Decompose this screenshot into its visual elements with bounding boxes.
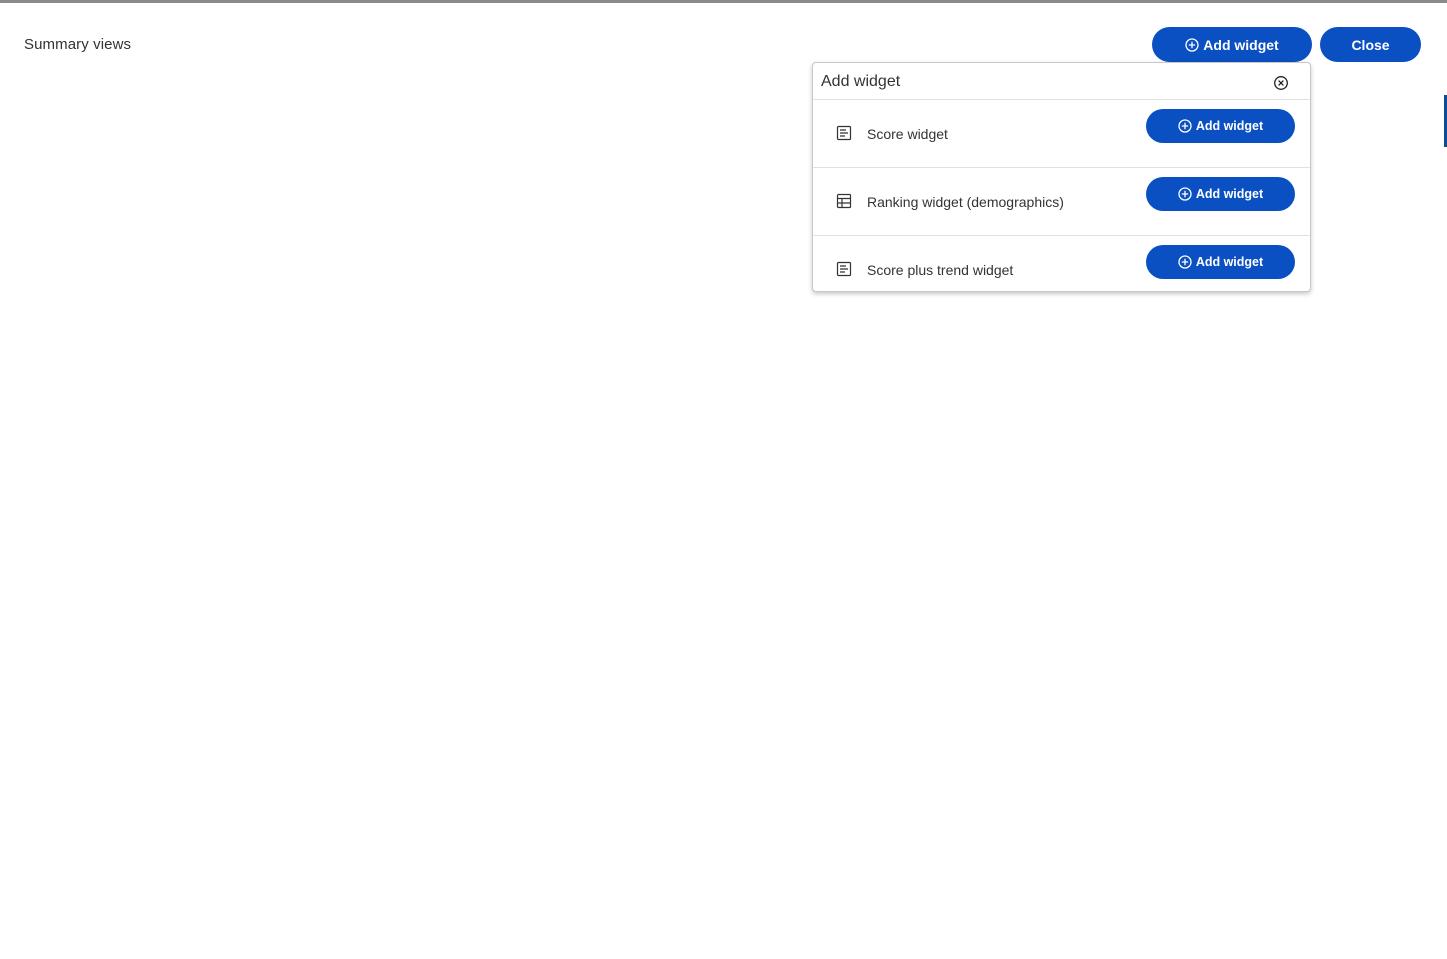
add-widget-button-label: Add widget bbox=[1203, 36, 1279, 53]
page-title: Summary views bbox=[24, 36, 132, 53]
widget-label: Score widget bbox=[867, 126, 948, 142]
close-button[interactable]: Close bbox=[1320, 27, 1421, 62]
panel-title: Add widget bbox=[821, 73, 901, 90]
close-circle-icon[interactable] bbox=[1273, 75, 1289, 91]
table-icon bbox=[836, 193, 852, 209]
widget-label: Ranking widget (demographics) bbox=[867, 194, 1064, 210]
add-circle-icon bbox=[1178, 255, 1192, 269]
list-item: Score widget Add widget bbox=[813, 100, 1310, 168]
window-top-border bbox=[0, 0, 1447, 3]
add-circle-icon bbox=[1178, 119, 1192, 133]
add-score-widget-button[interactable]: Add widget bbox=[1146, 109, 1295, 143]
add-widget-button[interactable]: Add widget bbox=[1152, 27, 1312, 62]
text-document-icon bbox=[836, 125, 852, 141]
add-widget-button-label: Add widget bbox=[1195, 255, 1264, 269]
add-ranking-widget-button[interactable]: Add widget bbox=[1146, 177, 1295, 211]
add-circle-icon bbox=[1185, 37, 1199, 52]
list-item: Score plus trend widget Add widget bbox=[813, 236, 1310, 303]
close-button-label: Close bbox=[1351, 36, 1390, 53]
panel-header: Add widget bbox=[813, 63, 1310, 100]
add-widget-button-label: Add widget bbox=[1195, 119, 1264, 133]
list-item: Ranking widget (demographics) Add widget bbox=[813, 168, 1310, 236]
add-score-trend-widget-button[interactable]: Add widget bbox=[1146, 245, 1295, 279]
widget-label: Score plus trend widget bbox=[867, 262, 1014, 278]
text-document-icon bbox=[836, 261, 852, 277]
add-circle-icon bbox=[1178, 187, 1192, 201]
add-widget-panel: Add widget Score widget Add widget Ranki… bbox=[812, 62, 1311, 292]
add-widget-button-label: Add widget bbox=[1195, 187, 1264, 201]
